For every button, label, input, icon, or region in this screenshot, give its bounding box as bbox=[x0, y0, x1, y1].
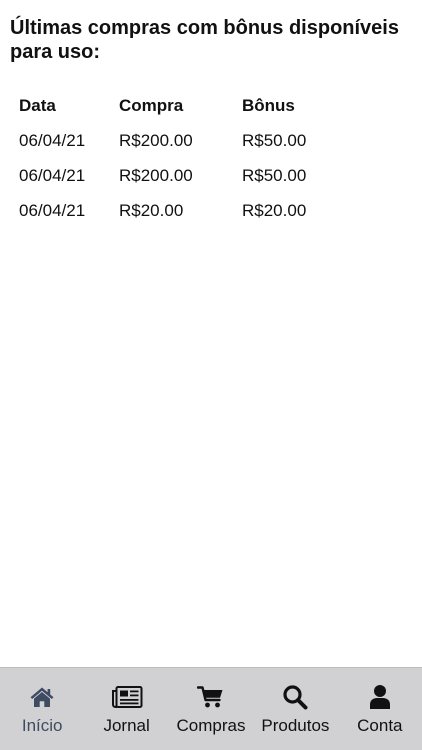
table-header-row: Data Compra Bônus bbox=[19, 88, 379, 123]
column-header-date: Data bbox=[19, 95, 56, 115]
tab-label-conta: Conta bbox=[357, 716, 403, 735]
main-content: Últimas compras com bônus disponíveis pa… bbox=[0, 0, 422, 668]
cell-bonus: R$50.00 bbox=[242, 165, 307, 185]
tab-label-compras: Compras bbox=[176, 716, 246, 735]
bottom-tab-bar: Início Jornal Compras Produtos Conta bbox=[0, 667, 422, 750]
cell-bonus: R$20.00 bbox=[242, 200, 307, 220]
cell-date: 06/04/21 bbox=[19, 165, 86, 185]
table-row: 06/04/21 R$200.00 R$50.00 bbox=[19, 158, 379, 193]
column-header-bonus: Bônus bbox=[242, 95, 295, 115]
cell-purchase: R$20.00 bbox=[119, 200, 184, 220]
cell-date: 06/04/21 bbox=[19, 200, 86, 220]
tab-label-jornal: Jornal bbox=[103, 716, 150, 735]
tab-jornal[interactable]: Jornal bbox=[84, 668, 168, 750]
column-header-purchase: Compra bbox=[119, 95, 184, 115]
cell-purchase: R$200.00 bbox=[119, 130, 193, 150]
cell-bonus: R$50.00 bbox=[242, 130, 307, 150]
cell-date: 06/04/21 bbox=[19, 130, 86, 150]
tab-conta[interactable]: Conta bbox=[338, 668, 422, 750]
search-icon bbox=[253, 684, 337, 710]
newspaper-icon bbox=[84, 684, 168, 710]
tab-label-produtos: Produtos bbox=[261, 716, 330, 735]
user-icon bbox=[338, 684, 422, 710]
cell-purchase: R$200.00 bbox=[119, 165, 193, 185]
page-title: Últimas compras com bônus disponíveis pa… bbox=[10, 17, 399, 63]
purchases-table: Data Compra Bônus 06/04/21 R$200.00 R$50… bbox=[19, 88, 379, 228]
table-row: 06/04/21 R$20.00 R$20.00 bbox=[19, 193, 379, 228]
table-row: 06/04/21 R$200.00 R$50.00 bbox=[19, 123, 379, 158]
tab-inicio[interactable]: Início bbox=[0, 668, 84, 750]
tab-produtos[interactable]: Produtos bbox=[253, 668, 337, 750]
tab-label-inicio: Início bbox=[21, 716, 63, 735]
tab-compras[interactable]: Compras bbox=[169, 668, 253, 750]
shopping-cart-icon bbox=[169, 684, 253, 710]
home-icon bbox=[0, 684, 84, 710]
